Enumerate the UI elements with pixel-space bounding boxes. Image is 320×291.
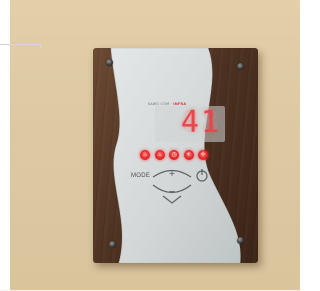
power-button[interactable] xyxy=(195,168,209,182)
timer-icon[interactable]: ◷ xyxy=(169,150,179,160)
screw-bottom-right xyxy=(237,237,244,244)
sauna-control-panel: SAWO COM · INFRA 88 41 ♨ ♨ ◷ ☀ ✢ MODE + … xyxy=(93,48,258,263)
fan-icon[interactable]: ✢ xyxy=(198,150,208,160)
heater-icon[interactable]: ♨ xyxy=(154,150,165,160)
mode-button[interactable] xyxy=(129,169,151,181)
frame-edge xyxy=(0,44,40,45)
screw-top-right xyxy=(237,63,244,70)
brand-prefix: SAWO COM · xyxy=(147,102,174,106)
frame-edge-vertical xyxy=(40,44,41,48)
temperature-display: 41 xyxy=(180,105,221,140)
plus-button[interactable] xyxy=(155,165,189,177)
screw-top-left xyxy=(106,59,113,66)
light-icon[interactable]: ☀ xyxy=(183,150,194,160)
minus-button[interactable] xyxy=(155,184,189,204)
sauna-icon[interactable]: ♨ xyxy=(140,150,150,160)
screw-bottom-left xyxy=(109,241,116,248)
function-icon-row: ♨ ♨ ◷ ☀ ✢ xyxy=(140,150,208,161)
